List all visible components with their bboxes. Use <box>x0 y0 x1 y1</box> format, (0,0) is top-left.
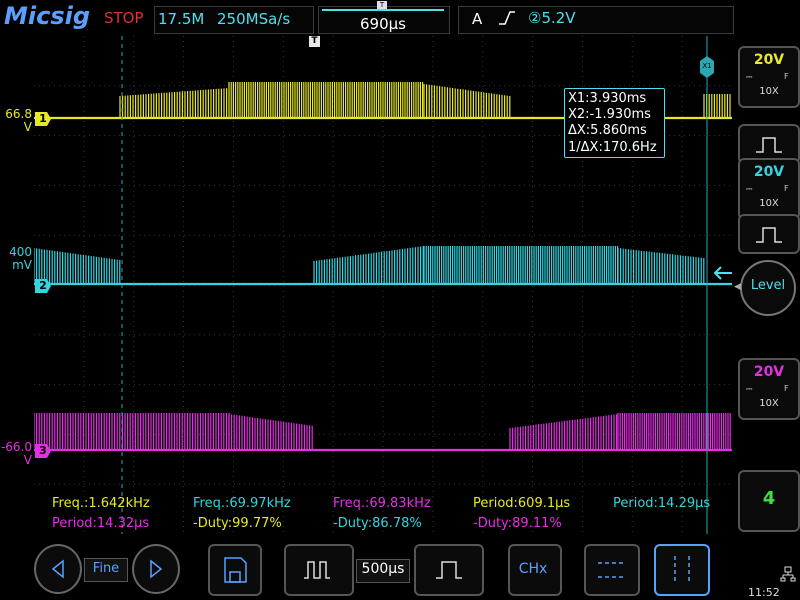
chevron-left-icon <box>51 559 64 579</box>
measurement-ch2-period: Period:14.29µs <box>613 496 711 511</box>
prev-button[interactable] <box>34 544 82 594</box>
ch2-bandwidth-label: F <box>784 184 789 193</box>
trigger-level-label: Level <box>750 278 786 293</box>
pulse-wide-icon <box>436 561 462 579</box>
ch3-burst <box>228 414 313 450</box>
trigger-level-arrow-icon[interactable] <box>712 264 734 286</box>
ch1-offset-unit: V <box>23 120 32 134</box>
fine-toggle-label: Fine <box>92 561 120 576</box>
trigger-source: ②5.2V <box>528 9 576 27</box>
ch3-burst <box>617 413 731 450</box>
ch2-burst <box>617 248 705 284</box>
pulse-icon <box>756 227 782 243</box>
ch2-probe-ratio: 10X <box>759 198 779 209</box>
measurement-ch1-period: Period:609.1µs <box>473 496 571 511</box>
ch1-burst <box>423 84 511 118</box>
ch3-probe-ratio: 10X <box>759 398 779 409</box>
pulse-icon <box>756 137 782 153</box>
measurement-ch3-freq: Freq.:69.83kHz <box>333 496 431 511</box>
channel-4-label: 4 <box>762 488 776 509</box>
network-icon <box>780 566 796 586</box>
ch1-volts-div-text: 20V <box>753 52 785 68</box>
ch3-offset-label: -66.0 V <box>0 441 32 467</box>
ch2-volts-div-text: 20V <box>753 164 785 180</box>
ch2-burst <box>423 246 619 284</box>
next-button[interactable] <box>132 544 180 594</box>
ch3-burst <box>509 414 618 450</box>
pulse-narrow-icon <box>304 561 330 579</box>
chevron-right-icon <box>150 559 163 579</box>
measurement-ch2-freq: Freq.:69.97kHz <box>193 496 291 511</box>
sample-rate: 250MSa/s <box>217 10 291 28</box>
ch3-burst <box>34 413 230 450</box>
ch2-burst <box>34 248 121 284</box>
ch1-bandwidth-label: F <box>784 72 789 81</box>
cursor-x2-value: X2:-1.930ms <box>568 107 651 122</box>
ch3-bandwidth-label: F <box>784 384 789 393</box>
ch2-offset-label: 400 mV <box>2 246 32 272</box>
run-stop-status[interactable]: STOP <box>104 9 144 27</box>
measurement-ch1-freq: Freq.:1.642kHz <box>52 496 150 511</box>
vertical-cursor-button[interactable] <box>654 544 710 596</box>
ch1-offset-value: 66.8 <box>5 107 32 121</box>
level-chevron-left-icon: ◀ <box>734 282 741 292</box>
ch2-burst <box>313 246 424 284</box>
horizontal-cursor-button[interactable] <box>584 544 640 596</box>
trigger-position-marker[interactable]: T <box>377 1 387 9</box>
ch1-dc-coupling-icon: ⎓ <box>746 72 753 81</box>
cursor-inverse-delta-value: 1/ΔX:170.6Hz <box>568 140 657 155</box>
trigger-position-bar[interactable] <box>322 9 444 11</box>
clock: 11:52 <box>748 586 780 599</box>
memory-depth: 17.5M <box>158 10 205 28</box>
ch2-pulse-wide-button[interactable] <box>738 214 800 254</box>
trigger-time-marker[interactable]: T <box>309 36 320 47</box>
ch3-offset-unit: V <box>23 453 32 467</box>
trigger-mode: A <box>472 10 483 28</box>
timebase-increase-button[interactable] <box>414 544 484 596</box>
ch1-offset-label: 66.8 V <box>2 108 32 134</box>
measurement-ch3-neg-duty: -Duty:89.11% <box>473 516 562 531</box>
x1-cursor-tag-label: X1 <box>702 62 712 70</box>
timebase-value: 500µs <box>361 561 405 577</box>
ch3-dc-coupling-icon: ⎓ <box>746 384 753 393</box>
measurement-ch3-period: Period:14.32µs <box>52 516 150 531</box>
ch3-offset-value: -66.0 <box>0 440 32 454</box>
ch2-dc-coupling-icon: ⎓ <box>746 184 753 193</box>
ch2-offset-unit: mV <box>12 258 32 272</box>
measurement-ch2-neg-duty: -Duty:86.78% <box>333 516 422 531</box>
ch3-volts-div-value: 20V <box>740 364 798 380</box>
measurement-ch1-neg-duty: -Duty:99.77% <box>193 516 282 531</box>
ch2-volts-div-value: 20V <box>740 164 798 180</box>
rising-edge-icon <box>498 10 516 30</box>
ch2-offset-value: 400 <box>9 245 32 259</box>
vertical-cursor-icon <box>674 556 690 584</box>
timebase-decrease-button[interactable] <box>284 544 354 596</box>
trigger-delay-value: 690µs <box>360 15 406 33</box>
ch1-burst <box>703 94 731 118</box>
brand-logo: Micsig <box>4 2 91 30</box>
save-button[interactable] <box>208 544 262 596</box>
cursor-x1-value: X1:3.930ms <box>568 91 647 106</box>
ch1-probe-ratio: 10X <box>759 86 779 97</box>
chx-label: CHx <box>518 561 548 577</box>
ch1-burst <box>119 88 228 118</box>
save-icon <box>224 557 247 583</box>
cursor-delta-value: ΔX:5.860ms <box>568 123 647 138</box>
ch1-burst <box>228 82 424 118</box>
ch1-volts-div-value: 20V <box>740 52 798 68</box>
ch3-volts-div-text: 20V <box>753 364 785 380</box>
horizontal-cursor-icon <box>598 562 626 578</box>
trigger-level: 5.2V <box>541 9 576 27</box>
trigger-source-glyph: ② <box>528 9 542 27</box>
